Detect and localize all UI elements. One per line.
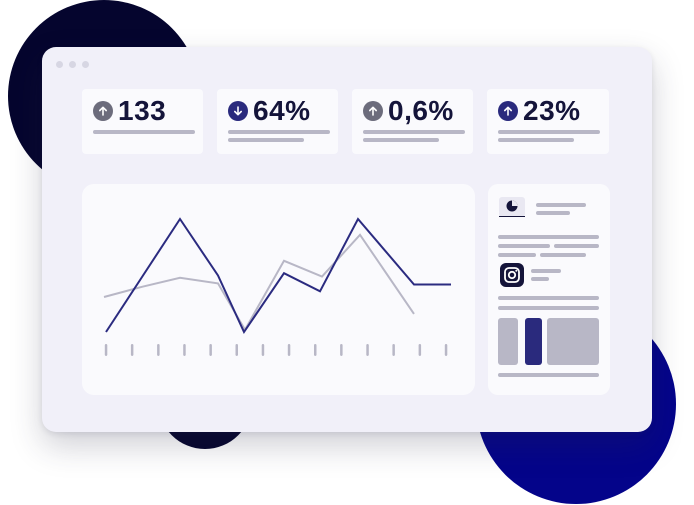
arrow-up-icon bbox=[363, 101, 383, 121]
placeholder-line bbox=[554, 244, 599, 248]
stat-value: 23% bbox=[523, 95, 581, 126]
arrow-up-icon bbox=[93, 101, 113, 121]
stat-label-placeholder bbox=[498, 130, 600, 134]
x-axis-tick bbox=[444, 344, 448, 356]
stat-value: 64% bbox=[253, 95, 311, 126]
placeholder-line bbox=[536, 203, 586, 207]
stat-label-placeholder bbox=[228, 130, 330, 134]
stat-sublabel-placeholder bbox=[228, 138, 304, 142]
x-axis-tick bbox=[366, 344, 369, 356]
instagram-icon[interactable] bbox=[500, 263, 524, 287]
placeholder-line bbox=[540, 253, 586, 257]
x-axis-tick bbox=[235, 344, 238, 356]
placeholder-line bbox=[498, 253, 536, 257]
x-axis-tick bbox=[261, 344, 265, 356]
window-dot[interactable] bbox=[56, 61, 63, 68]
side-panel bbox=[488, 184, 610, 395]
placeholder-block-active[interactable] bbox=[525, 318, 542, 365]
placeholder-line bbox=[498, 235, 599, 239]
placeholder-line bbox=[498, 306, 599, 310]
stat-label-placeholder bbox=[93, 130, 195, 134]
x-axis-tick bbox=[314, 344, 317, 356]
stat-sublabel-placeholder bbox=[498, 138, 574, 142]
chart-series-line-primary bbox=[105, 217, 451, 335]
stat-card-4[interactable]: 23% bbox=[487, 89, 609, 154]
placeholder-block bbox=[498, 318, 518, 365]
stat-value: 133 bbox=[118, 95, 167, 126]
window-controls bbox=[56, 61, 89, 68]
chart-series-line-secondary bbox=[103, 233, 415, 332]
x-axis-tick bbox=[157, 344, 160, 356]
placeholder-line bbox=[531, 277, 549, 281]
dashboard-window: 133 64% 0,6% 23% bbox=[42, 47, 652, 432]
placeholder-line bbox=[498, 296, 599, 300]
line-chart bbox=[103, 217, 451, 356]
chart-panel[interactable] bbox=[82, 184, 475, 395]
stat-sublabel-placeholder bbox=[363, 138, 439, 142]
x-axis-tick bbox=[418, 344, 422, 356]
placeholder-line bbox=[498, 373, 599, 377]
pie-chart-icon[interactable] bbox=[499, 197, 525, 218]
x-axis-tick bbox=[209, 344, 212, 356]
arrow-up-icon bbox=[498, 101, 518, 121]
stat-card-3[interactable]: 0,6% bbox=[352, 89, 473, 154]
x-axis-tick bbox=[287, 344, 291, 356]
placeholder-block bbox=[547, 318, 599, 365]
placeholder-line bbox=[531, 269, 561, 273]
placeholder-line bbox=[498, 244, 550, 248]
x-axis-tick bbox=[130, 344, 134, 356]
window-dot[interactable] bbox=[69, 61, 76, 68]
placeholder-line bbox=[536, 211, 570, 215]
arrow-down-icon bbox=[228, 101, 248, 121]
stat-label-placeholder bbox=[363, 130, 465, 134]
x-axis-tick bbox=[392, 344, 395, 356]
x-axis-tick bbox=[104, 344, 108, 356]
x-axis-tick bbox=[183, 344, 186, 356]
x-axis-tick bbox=[340, 344, 343, 356]
stat-value: 0,6% bbox=[388, 95, 454, 126]
stat-card-2[interactable]: 64% bbox=[217, 89, 338, 154]
stat-card-1[interactable]: 133 bbox=[82, 89, 203, 154]
window-dot[interactable] bbox=[82, 61, 89, 68]
